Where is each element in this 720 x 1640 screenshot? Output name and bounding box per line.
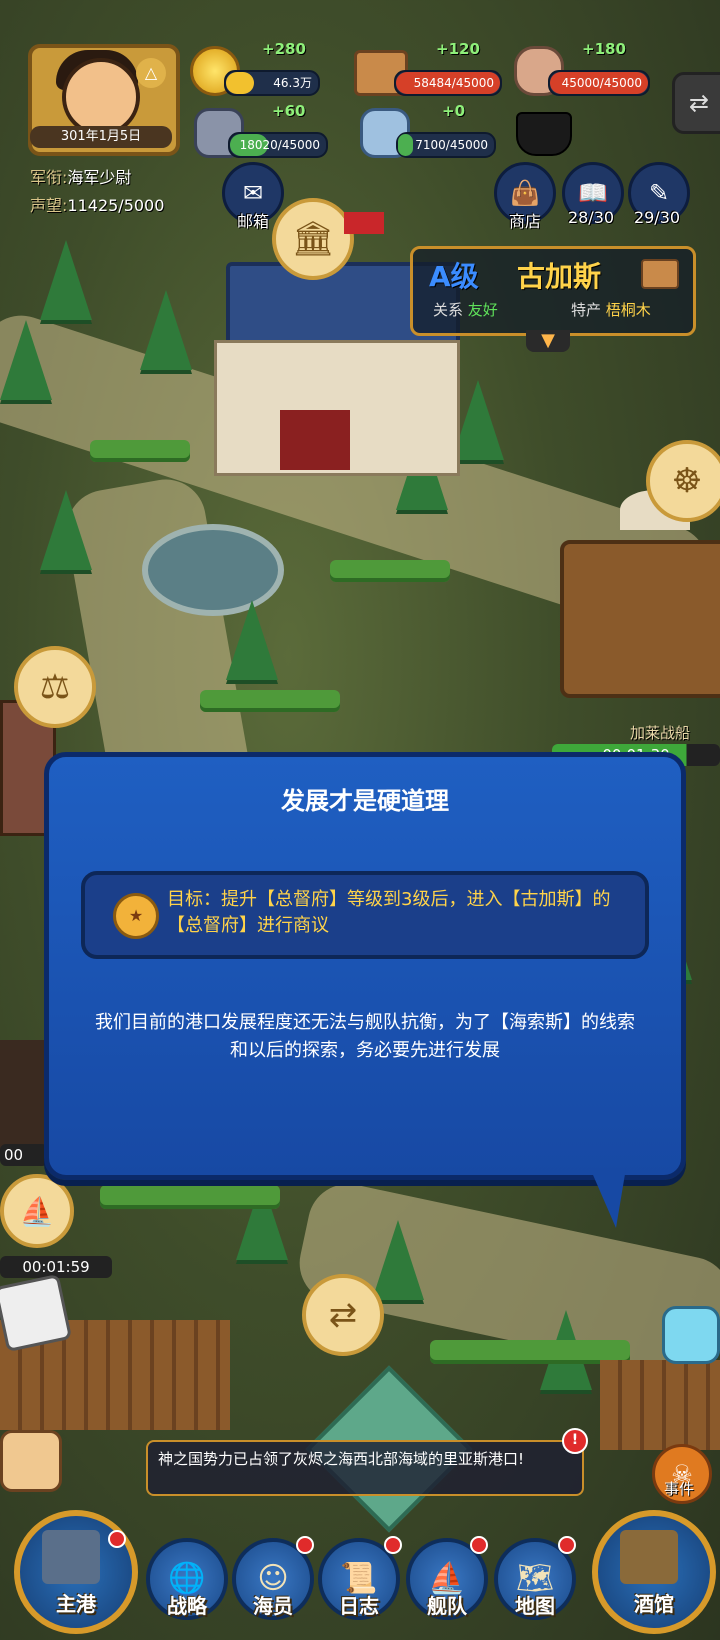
nav-crew-label: 海员 <box>253 1594 293 1618</box>
ship-wheel-icon[interactable]: ☸ <box>646 440 720 522</box>
quest-dialog[interactable]: 发展才是硬道理 ★ 目标：提升【总督府】等级到3级后，进入【古加斯】的【总督府】… <box>44 752 686 1180</box>
sailboat-icon[interactable]: ⛵ <box>0 1174 74 1248</box>
graduation-cap-icon[interactable] <box>516 112 572 156</box>
expand-chevron-icon[interactable]: ▼ <box>526 330 570 352</box>
log-notification-dot <box>384 1536 402 1554</box>
tree <box>372 1220 424 1300</box>
news-alert-icon: ! <box>562 1428 588 1454</box>
fame-value: 11425/5000 <box>67 196 165 215</box>
cat-mascot-icon[interactable] <box>662 1306 720 1364</box>
nav-log-label: 日志 <box>339 1594 379 1618</box>
nav-home-label: 主港 <box>56 1592 96 1616</box>
relation-label: 关系 <box>433 301 464 319</box>
left-timer-partial-text: 00 <box>4 1146 24 1164</box>
wood-gain: +120 <box>436 40 480 58</box>
iron-value: 18020/45000 <box>239 138 320 152</box>
rank-up-icon: △ <box>136 58 166 88</box>
left-timer-text: 00:01:59 <box>22 1258 90 1276</box>
tree <box>0 320 52 400</box>
rank-line: 军衔:海军少尉 <box>30 164 131 188</box>
fame-label: 声望: <box>30 196 68 215</box>
governor-bank-icon[interactable]: 🏛 <box>272 198 354 280</box>
nav-map-label: 地图 <box>515 1594 555 1618</box>
dog-mascot-icon[interactable] <box>0 1430 62 1492</box>
crew-count: 29/30 <box>633 208 681 227</box>
shipyard-label: 加莱战船 <box>630 724 691 742</box>
building[interactable] <box>0 1040 50 1160</box>
goal-text: 目标：提升【总督府】等级到3级后，进入【古加斯】的【总督府】进行商议 <box>167 889 611 936</box>
home-notification-dot <box>108 1530 126 1548</box>
hedge <box>90 440 190 462</box>
shop-label: 商店 <box>508 212 541 231</box>
fleet-notification-dot <box>470 1536 488 1554</box>
hedge <box>330 560 450 582</box>
stone-value: 45000/45000 <box>561 76 642 90</box>
flag <box>344 212 384 234</box>
dock <box>600 1360 720 1450</box>
fame-line: 声望:11425/5000 <box>30 192 164 216</box>
city-name: 古加斯 <box>517 260 602 293</box>
dialog-title: 发展才是硬道理 <box>281 787 449 815</box>
map-notification-dot <box>558 1536 576 1554</box>
rank-label: 军衔: <box>30 168 68 187</box>
tree <box>226 600 278 680</box>
wood-bar[interactable]: 58484/45000 <box>394 70 502 96</box>
crystal-bar[interactable]: 7100/45000 <box>396 132 496 158</box>
relation-value: 友好 <box>467 301 498 319</box>
tree <box>140 290 192 370</box>
tree <box>40 490 92 570</box>
nav-tavern-label: 酒馆 <box>634 1592 674 1616</box>
shipyard[interactable] <box>560 540 720 698</box>
stone-gain: +180 <box>582 40 626 58</box>
wood-specialty-icon <box>641 259 679 289</box>
iron-bar[interactable]: 18020/45000 <box>228 132 328 158</box>
city-specialty: 特产 梧桐木 <box>571 299 651 320</box>
tavern-building-icon <box>620 1530 678 1584</box>
city-relation: 关系 友好 <box>433 299 498 320</box>
nav-fleet-label: 舰队 <box>427 1594 467 1618</box>
crew-notification-dot <box>296 1536 314 1554</box>
city-info-panel[interactable]: A级 古加斯 关系 友好 特产 梧桐木 <box>410 246 696 336</box>
crystal-gain: +0 <box>442 102 466 120</box>
avatar-face <box>62 58 140 136</box>
hedge <box>200 690 340 712</box>
dialog-body: 我们目前的港口发展程度还无法与舰队抗衡，为了【海索斯】的线索和以后的探索，务必要… <box>95 1012 635 1061</box>
gold-bar[interactable]: 46.3万 <box>224 70 320 96</box>
game-date: 301年1月5日 <box>30 126 172 148</box>
left-timer-partial: 00 <box>0 1144 48 1166</box>
gold-value: 46.3万 <box>273 76 312 90</box>
rank-value: 海军少尉 <box>67 168 132 187</box>
tree <box>40 240 92 320</box>
city-grade: A级 <box>429 260 479 293</box>
gold-bar-fill <box>226 72 254 94</box>
port-building-icon <box>42 1530 100 1584</box>
crystal-bar-fill <box>398 134 414 156</box>
news-ticker[interactable]: 神之国势力已占领了灰烬之海西北部海域的里亚斯港口! <box>146 1440 584 1496</box>
specialty-label: 特产 <box>571 301 602 319</box>
dialog-tail <box>590 1168 626 1228</box>
iron-gain: +60 <box>272 102 306 120</box>
stone-bar[interactable]: 45000/45000 <box>548 70 650 96</box>
medal-icon: ★ <box>113 893 159 939</box>
goal-box: ★ 目标：提升【总督府】等级到3级后，进入【古加斯】的【总督府】进行商议 <box>81 871 649 959</box>
academy-count: 28/30 <box>567 208 615 227</box>
governor-building-door <box>280 410 350 470</box>
wood-value: 58484/45000 <box>413 76 494 90</box>
crystal-value: 7100/45000 <box>415 138 488 152</box>
hedge <box>100 1185 280 1209</box>
scales-icon[interactable]: ⚖ <box>14 646 96 728</box>
exchange-icon[interactable]: ⇄ <box>302 1274 384 1356</box>
gold-gain: +280 <box>262 40 306 58</box>
cube-mascot-icon[interactable] <box>0 1273 73 1353</box>
event-label: 事件 <box>663 1480 694 1498</box>
left-timer: 00:01:59 <box>0 1256 112 1278</box>
specialty-value: 梧桐木 <box>605 301 651 319</box>
nav-strategy-label: 战略 <box>167 1594 207 1618</box>
swap-arrows-icon[interactable]: ⇄ <box>672 72 720 134</box>
mail-label: 邮箱 <box>236 212 269 231</box>
